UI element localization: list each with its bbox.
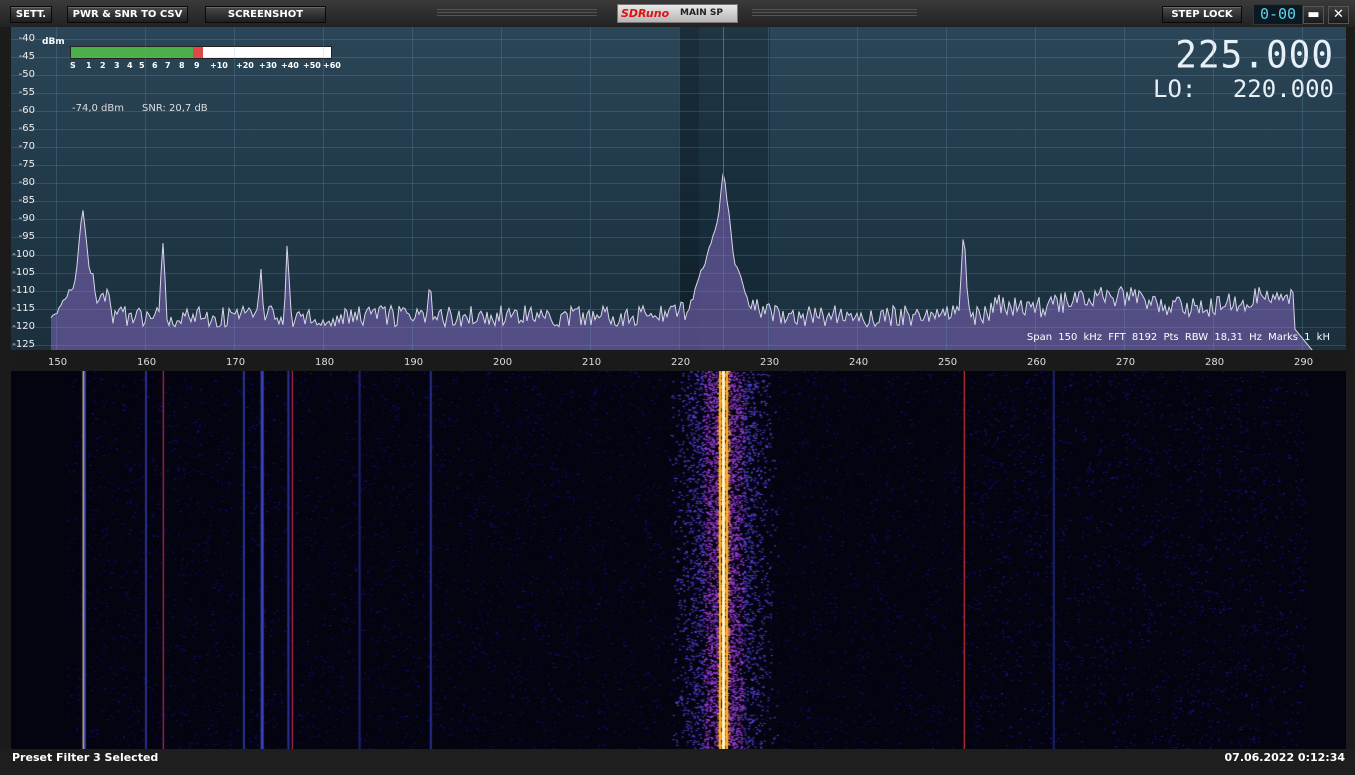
y-axis-label: -110 bbox=[12, 285, 35, 296]
s-meter-scale-label: +30 bbox=[259, 61, 277, 70]
status-datetime: 07.06.2022 0:12:34 bbox=[1224, 751, 1345, 764]
grid-line-v bbox=[323, 27, 324, 350]
s-meter-scale-label: +40 bbox=[281, 61, 299, 70]
y-axis-label: -55 bbox=[18, 87, 35, 98]
y-axis-label: -65 bbox=[18, 123, 35, 134]
spectrum-info: Span 150 kHz FFT 8192 Pts RBW 18,31 Hz M… bbox=[1026, 332, 1330, 343]
x-axis-label: 170 bbox=[226, 357, 246, 368]
s-meter-scale-label: 5 bbox=[139, 61, 145, 70]
y-axis-label: -70 bbox=[18, 141, 35, 152]
minimize-icon[interactable]: ▬ bbox=[1303, 6, 1324, 24]
x-axis-label: 270 bbox=[1116, 357, 1136, 368]
x-axis-label: 150 bbox=[48, 357, 68, 368]
x-axis-label: 190 bbox=[404, 357, 424, 368]
settings-button[interactable]: SETT. bbox=[10, 6, 52, 23]
s-meter-scale-label: 9 bbox=[194, 61, 200, 70]
s-meter-scale-label: S bbox=[70, 61, 76, 70]
y-axis-label: -85 bbox=[18, 195, 35, 206]
s-meter-scale-label: +60 bbox=[323, 61, 341, 70]
step-lock-button[interactable]: STEP LOCK bbox=[1162, 6, 1242, 23]
x-axis-label: 210 bbox=[582, 357, 602, 368]
y-axis-label: -60 bbox=[18, 105, 35, 116]
x-axis-label: 250 bbox=[938, 357, 958, 368]
s-meter-scale-label: 6 bbox=[152, 61, 158, 70]
drag-grip-left[interactable] bbox=[437, 9, 597, 18]
export-csv-button[interactable]: PWR & SNR TO CSV bbox=[67, 6, 188, 23]
y-axis-label: -50 bbox=[18, 69, 35, 80]
x-axis-label: 240 bbox=[849, 357, 869, 368]
s-meter-scale-label: 2 bbox=[100, 61, 106, 70]
frequency-axis: 150 160 170 180 190 200 210 220 230 240 250 260 270 2… bbox=[11, 350, 1346, 371]
x-axis-label: 290 bbox=[1294, 357, 1314, 368]
spectrum-fill bbox=[51, 173, 1316, 350]
s-meter-scale-label: 8 bbox=[179, 61, 185, 70]
y-axis-label: -80 bbox=[18, 177, 35, 188]
drag-grip-right[interactable] bbox=[752, 9, 917, 18]
grid-line-v bbox=[1035, 27, 1036, 350]
screenshot-button[interactable]: SCREENSHOT bbox=[205, 6, 326, 23]
grid-line-v bbox=[501, 27, 502, 350]
y-axis-label: -105 bbox=[12, 267, 35, 278]
x-axis-label: 280 bbox=[1205, 357, 1225, 368]
close-icon[interactable]: ✕ bbox=[1328, 6, 1349, 24]
s-meter-scale-label: +50 bbox=[303, 61, 321, 70]
step-lcd-display: 0-00 bbox=[1253, 4, 1303, 25]
waterfall-canvas bbox=[11, 371, 1346, 749]
s-meter-scale-label: 3 bbox=[114, 61, 120, 70]
x-axis-label: 180 bbox=[315, 357, 335, 368]
y-axis-label: -45 bbox=[18, 51, 35, 62]
grid-line-v bbox=[412, 27, 413, 350]
grid-line-v bbox=[590, 27, 591, 350]
status-bar: Preset Filter 3 Selected 07.06.2022 0:12… bbox=[0, 749, 1355, 775]
y-axis-label: -120 bbox=[12, 321, 35, 332]
window-name: MAIN SP bbox=[680, 8, 724, 18]
grid-line-v bbox=[1213, 27, 1214, 350]
x-axis-label: 160 bbox=[137, 357, 157, 368]
y-axis-label: -40 bbox=[18, 33, 35, 44]
grid-line-v bbox=[56, 27, 57, 350]
s-meter-scale-label: 1 bbox=[86, 61, 92, 70]
waterfall[interactable] bbox=[11, 371, 1346, 749]
grid-line-v bbox=[768, 27, 769, 350]
s-meter-scale-label: +20 bbox=[236, 61, 254, 70]
y-axis-label: -125 bbox=[12, 339, 35, 350]
spectrum-panel[interactable]: dBm -74,0 dBm SNR: 20,7 dB 225.000 LO: 2… bbox=[11, 27, 1346, 350]
sdruno-logo: SDRuno MAIN SP bbox=[617, 4, 738, 23]
grid-line-v bbox=[857, 27, 858, 350]
logo-brand: SDRuno bbox=[621, 7, 670, 20]
x-axis-label: 230 bbox=[760, 357, 780, 368]
y-axis-label: -115 bbox=[12, 303, 35, 314]
s-meter-scale-label: 4 bbox=[127, 61, 133, 70]
grid-line-v bbox=[234, 27, 235, 350]
y-axis-label: -95 bbox=[18, 231, 35, 242]
y-axis-label: -100 bbox=[12, 249, 35, 260]
s-meter-scale-label: +10 bbox=[210, 61, 228, 70]
x-axis-label: 200 bbox=[493, 357, 513, 368]
x-axis-label: 220 bbox=[671, 357, 691, 368]
grid-line-v bbox=[1124, 27, 1125, 350]
x-axis-label: 260 bbox=[1027, 357, 1047, 368]
grid-line-v bbox=[145, 27, 146, 350]
status-message: Preset Filter 3 Selected bbox=[12, 751, 159, 764]
y-axis-label: -90 bbox=[18, 213, 35, 224]
grid-line-v bbox=[1302, 27, 1303, 350]
y-axis-label: -75 bbox=[18, 159, 35, 170]
grid-line-v bbox=[679, 27, 680, 350]
s-meter-scale-label: 7 bbox=[165, 61, 171, 70]
grid-line-v bbox=[946, 27, 947, 350]
title-bar: SETT. PWR & SNR TO CSV SCREENSHOT SDRuno… bbox=[0, 0, 1355, 27]
